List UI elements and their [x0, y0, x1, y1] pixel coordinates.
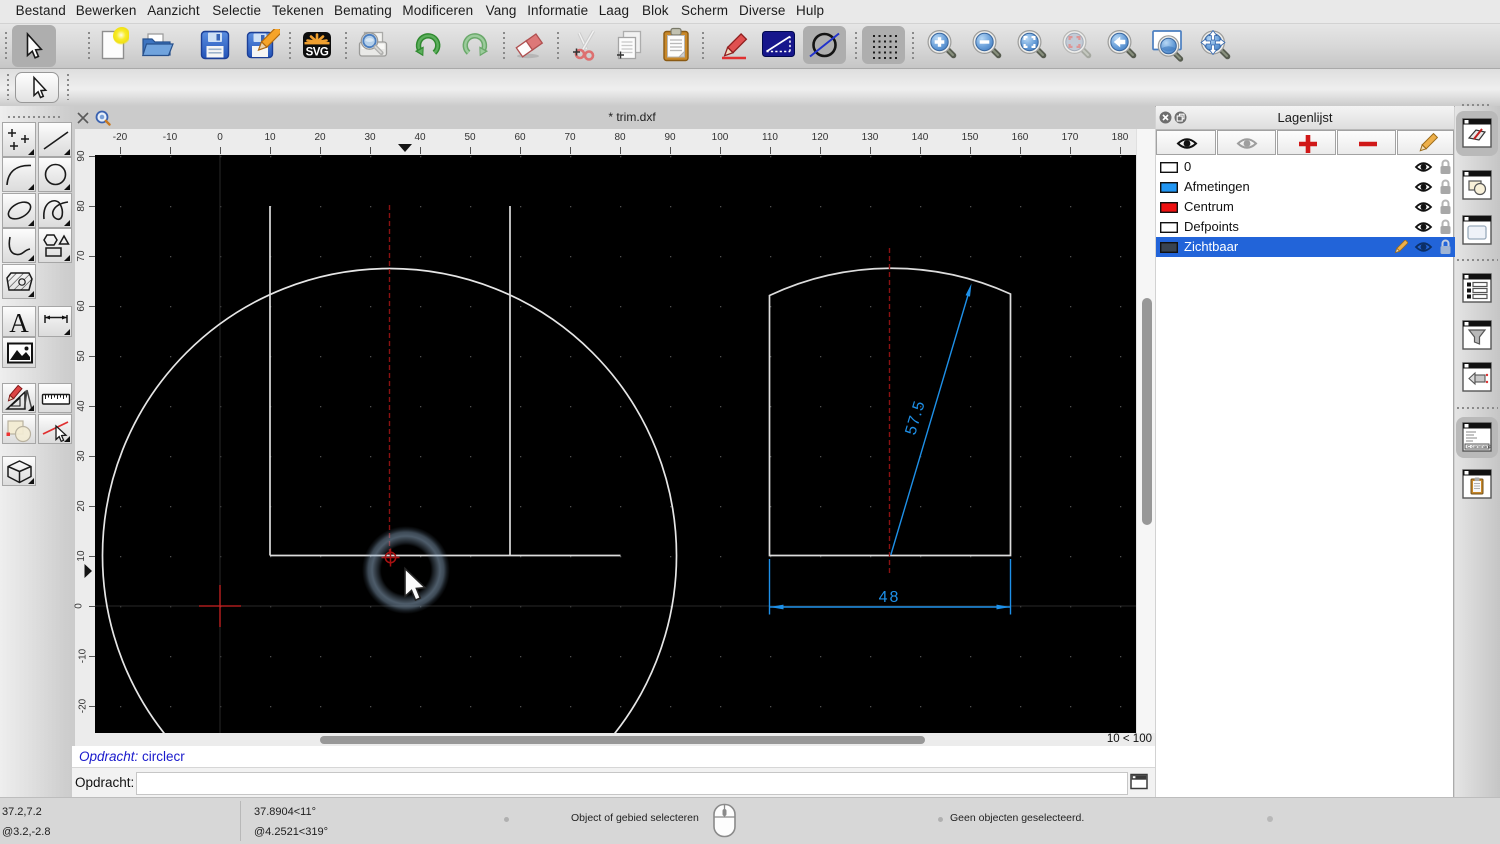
svg-text:SVG: SVG — [306, 47, 329, 59]
svg-text:48: 48 — [879, 589, 901, 606]
svg-text:A: A — [9, 308, 29, 338]
svg-text:C command: C command — [1467, 444, 1492, 449]
svg-text:57.5: 57.5 — [902, 398, 928, 437]
